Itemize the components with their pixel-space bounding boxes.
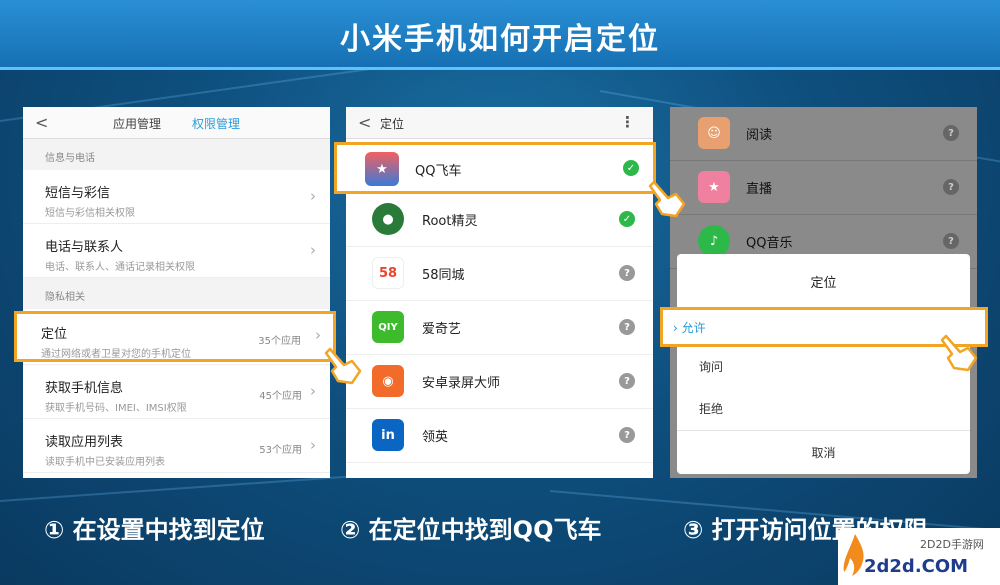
check-icon: ✓ — [623, 160, 639, 176]
app-row-qq-speed[interactable]: ★ QQ飞车 ✓ — [334, 142, 656, 194]
section-label-privacy: 隐私相关 — [23, 278, 330, 309]
question-icon: ? — [619, 373, 635, 389]
logo-text-en: 2d2d.COM — [864, 556, 969, 577]
item-title: 短信与彩信 — [45, 186, 111, 201]
screen-title: 定位 — [380, 117, 405, 131]
chevron-right-icon: › — [310, 241, 316, 259]
tab-app-manage[interactable]: 应用管理 — [113, 115, 161, 132]
item-count: 53个应用 — [259, 445, 302, 456]
chevron-right-icon: › — [310, 382, 316, 400]
option-ask[interactable]: 询问 — [699, 358, 723, 375]
allow-text: 允许 — [681, 321, 706, 335]
back-button[interactable]: < — [358, 113, 371, 132]
app-name: Root精灵 — [422, 214, 478, 229]
cancel-button[interactable]: 取消 — [677, 444, 970, 461]
qq-speed-app-icon: ★ — [365, 152, 399, 186]
app-row-58[interactable]: 58 58同城 ? — [346, 247, 653, 301]
app-row-read: ☺ 阅读 ? — [670, 107, 977, 161]
58-app-icon: 58 — [372, 257, 404, 289]
more-menu-icon[interactable]: ⋮ — [620, 113, 635, 131]
list-item-location[interactable]: 定位 通过网络或者卫星对您的手机定位 35个应用 › — [14, 311, 336, 362]
tab-permission-manage[interactable]: 权限管理 — [192, 115, 240, 132]
app-row-screen-recorder[interactable]: ◉ 安卓录屏大师 ? — [346, 355, 653, 409]
location-permission-dialog: 定位 询问 拒绝 取消 — [677, 254, 970, 474]
iqiyi-app-icon: QIY — [372, 311, 404, 343]
check-icon: ✓ — [619, 211, 635, 227]
item-subtitle: 电话、联系人、通话记录相关权限 — [45, 262, 195, 273]
app-name: 直播 — [746, 182, 773, 197]
question-icon: ? — [943, 179, 959, 195]
app-name: 领英 — [422, 430, 449, 445]
hand-pointer-icon — [324, 347, 362, 385]
section-label-info: 信息与电话 — [23, 139, 330, 170]
item-count: 35个应用 — [258, 336, 301, 347]
app-name: 爱奇艺 — [422, 322, 462, 337]
step-1-caption: ① 在设置中找到定位 — [44, 516, 265, 544]
app-name: 安卓录屏大师 — [422, 376, 501, 391]
site-logo: 2D2D手游网 2d2d.COM — [838, 528, 1000, 585]
root-app-icon: ● — [372, 203, 404, 235]
recorder-app-icon: ◉ — [372, 365, 404, 397]
chevron-right-icon: › — [310, 187, 316, 205]
list-item-phone-info[interactable]: 获取手机信息 获取手机号码、IMEI、IMSI权限 45个应用 › — [23, 365, 330, 419]
live-app-icon: ★ — [698, 171, 730, 203]
phone-screen-location-dialog: ☺ 阅读 ? ★ 直播 ? ♪ QQ音乐 ? 定位 询问 拒绝 取消 — [670, 107, 977, 478]
header-bar: 小米手机如何开启定位 — [0, 0, 1000, 70]
chevron-right-icon: › — [315, 326, 321, 344]
page-title: 小米手机如何开启定位 — [340, 22, 660, 57]
list-item-sms[interactable]: 短信与彩信 短信与彩信相关权限 › — [23, 170, 330, 224]
chevron-right-icon: › — [310, 436, 316, 454]
read-app-icon: ☺ — [698, 117, 730, 149]
top-bar: < 定位 ⋮ — [346, 107, 653, 139]
question-icon: ? — [619, 265, 635, 281]
hand-pointer-icon — [648, 180, 686, 218]
app-row-root[interactable]: ● Root精灵 ✓ — [346, 193, 653, 247]
question-icon: ? — [619, 427, 635, 443]
allow-label: › 允许 — [673, 321, 706, 335]
step-2-caption: ② 在定位中找到QQ飞车 — [340, 516, 602, 544]
app-name: 58同城 — [422, 268, 465, 283]
list-item-app-list[interactable]: 读取应用列表 读取手机中已安装应用列表 53个应用 › — [23, 419, 330, 473]
back-button[interactable]: < — [35, 113, 48, 132]
item-subtitle: 通过网络或者卫星对您的手机定位 — [41, 349, 191, 360]
question-icon: ? — [619, 319, 635, 335]
divider — [677, 430, 970, 431]
phone-screen-permissions: < 应用管理 权限管理 信息与电话 短信与彩信 短信与彩信相关权限 › 电话与联… — [23, 107, 330, 478]
qq-music-app-icon: ♪ — [698, 225, 730, 257]
question-icon: ? — [943, 233, 959, 249]
app-row-live: ★ 直播 ? — [670, 161, 977, 215]
app-row-iqiyi[interactable]: QIY 爱奇艺 ? — [346, 301, 653, 355]
app-row-linkedin[interactable]: in 领英 ? — [346, 409, 653, 463]
linkedin-app-icon: in — [372, 419, 404, 451]
app-name: 阅读 — [746, 128, 773, 143]
item-count: 45个应用 — [259, 391, 302, 402]
list-item-phone-contacts[interactable]: 电话与联系人 电话、联系人、通话记录相关权限 › — [23, 224, 330, 278]
top-bar: < 应用管理 权限管理 — [23, 107, 330, 139]
item-title: 电话与联系人 — [45, 240, 124, 255]
logo-text-cn: 2D2D手游网 — [920, 538, 984, 551]
question-icon: ? — [943, 125, 959, 141]
item-subtitle: 短信与彩信相关权限 — [45, 208, 135, 219]
hand-pointer-icon — [940, 334, 978, 372]
dialog-title: 定位 — [810, 276, 837, 291]
option-deny[interactable]: 拒绝 — [699, 400, 723, 417]
app-name: QQ飞车 — [415, 164, 462, 179]
app-name: QQ音乐 — [746, 236, 793, 251]
